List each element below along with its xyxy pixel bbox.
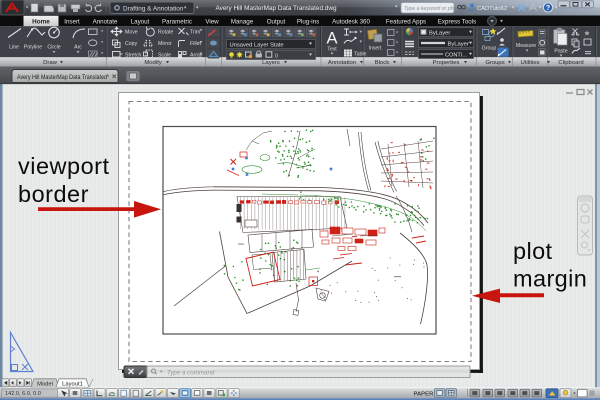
svg-text:Layers: Layers — [262, 60, 280, 66]
svg-text:0: 0 — [275, 53, 278, 59]
svg-text:142.0, 6.0, 0.0: 142.0, 6.0, 0.0 — [5, 391, 41, 397]
svg-text:ByLayer: ByLayer — [448, 42, 469, 48]
svg-text:ByLayer: ByLayer — [429, 31, 450, 37]
svg-text:Line: Line — [9, 45, 19, 51]
svg-text:CONTI...: CONTI... — [445, 53, 468, 59]
svg-text:Parametric: Parametric — [162, 19, 192, 26]
svg-text:Text: Text — [327, 47, 337, 53]
svg-text:Unsaved Layer State: Unsaved Layer State — [230, 42, 284, 48]
svg-text:View: View — [205, 19, 219, 26]
svg-text:CADTuto62: CADTuto62 — [477, 6, 507, 12]
svg-text:Rotate: Rotate — [158, 30, 173, 36]
svg-text:Modify: Modify — [144, 60, 161, 66]
svg-text:Circle: Circle — [47, 45, 60, 51]
svg-text:Annotation: Annotation — [328, 60, 356, 66]
svg-text:viewport: viewport — [18, 153, 110, 179]
svg-text:Manage: Manage — [231, 19, 254, 26]
svg-text:Arc: Arc — [74, 45, 82, 51]
svg-text:Layout: Layout — [131, 19, 150, 26]
svg-text:Express Tools: Express Tools — [438, 19, 476, 26]
svg-text:Mirror: Mirror — [158, 41, 172, 47]
svg-text:?: ? — [546, 5, 550, 12]
svg-text:margin: margin — [513, 266, 587, 292]
svg-text:Table: Table — [354, 52, 367, 58]
svg-text:Insert: Insert — [369, 46, 383, 52]
svg-text:Drafting & Annotation: Drafting & Annotation — [123, 5, 184, 12]
svg-text:Output: Output — [267, 19, 286, 26]
svg-text:Insert: Insert — [64, 19, 80, 26]
svg-text:Properties: Properties — [433, 60, 460, 66]
svg-text:PAPER: PAPER — [414, 391, 434, 397]
svg-text:Fillet: Fillet — [190, 41, 202, 47]
svg-text:Paste: Paste — [554, 49, 567, 55]
svg-text:Groups: Groups — [485, 60, 504, 66]
svg-text:Clipboard: Clipboard — [558, 60, 583, 66]
svg-text:Layout1: Layout1 — [62, 381, 83, 387]
svg-text:Polyline: Polyline — [24, 45, 42, 51]
svg-text:A: A — [326, 30, 337, 48]
svg-text:Stretch: Stretch — [125, 53, 142, 59]
svg-text:Type a command: Type a command — [167, 369, 215, 376]
svg-text:Block: Block — [375, 60, 389, 66]
svg-text:Avery Hill MasterMap Data Tran: Avery Hill MasterMap Data Translated* — [17, 74, 110, 81]
svg-text:Annotate: Annotate — [93, 19, 118, 26]
svg-text:Plug-ins: Plug-ins — [297, 19, 319, 26]
svg-text:border: border — [18, 181, 89, 207]
svg-text:Measure: Measure — [516, 43, 536, 49]
svg-text:Group: Group — [482, 46, 497, 52]
svg-text:Draw: Draw — [43, 60, 57, 66]
svg-text:plot: plot — [513, 238, 553, 264]
svg-text:Model: Model — [37, 381, 53, 387]
svg-text:Avery Hill MasterMap Data Tran: Avery Hill MasterMap Data Translated.dwg — [216, 5, 337, 12]
svg-text:Home: Home — [32, 19, 50, 26]
svg-text:Trim: Trim — [190, 30, 200, 36]
svg-text:Autodesk 360: Autodesk 360 — [332, 19, 370, 26]
svg-text:Featured Apps: Featured Apps — [386, 19, 426, 26]
svg-text:Type a keyword or phrase: Type a keyword or phrase — [404, 6, 464, 12]
svg-text:Move: Move — [125, 30, 138, 36]
svg-text:Copy: Copy — [125, 41, 138, 47]
svg-text:Scale: Scale — [158, 53, 171, 59]
svg-text:Utilities: Utilities — [521, 60, 540, 66]
